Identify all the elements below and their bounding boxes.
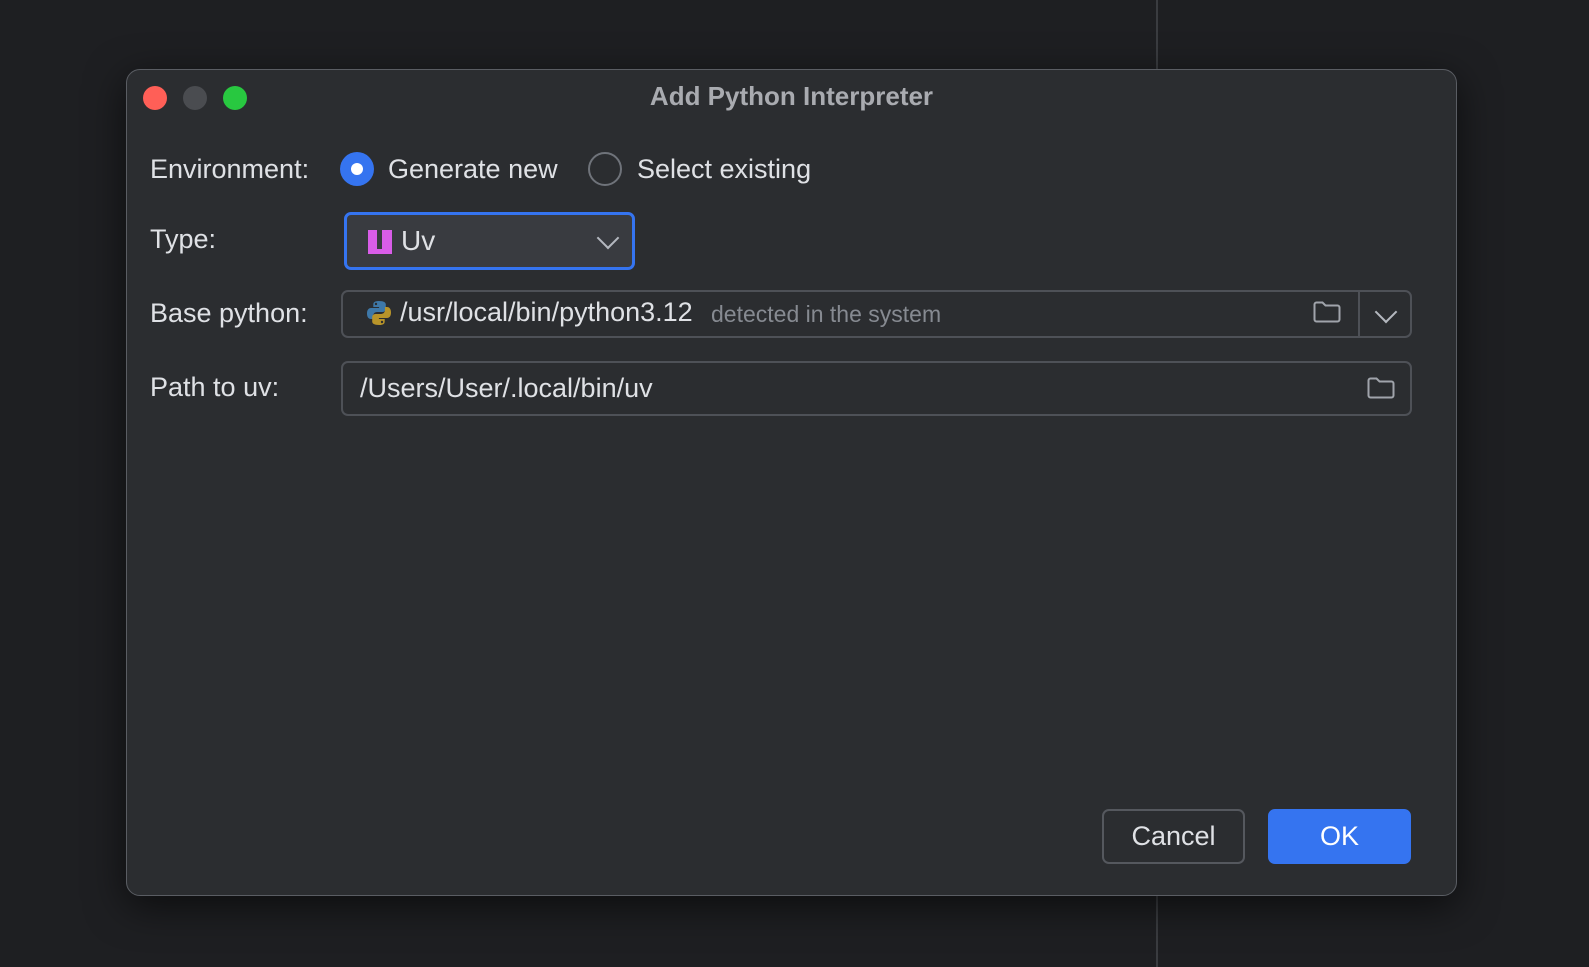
browse-folder-icon[interactable] — [1367, 377, 1395, 399]
base-python-label: Base python: — [150, 298, 308, 328]
base-python-value: /usr/local/bin/python3.12 — [400, 297, 693, 327]
type-value: Uv — [401, 225, 436, 256]
chevron-down-icon — [596, 226, 620, 250]
generate-new-radio[interactable] — [340, 152, 374, 186]
base-python-hint: detected in the system — [711, 301, 942, 327]
browse-folder-icon[interactable] — [1313, 301, 1341, 323]
add-python-interpreter-dialog: Add Python Interpreter Environment: Gene… — [126, 69, 1457, 896]
path-to-uv-label: Path to uv: — [150, 372, 280, 402]
field-divider — [1358, 292, 1360, 336]
path-to-uv-field[interactable]: /Users/User/.local/bin/uv — [341, 361, 1412, 416]
select-existing-label[interactable]: Select existing — [637, 152, 811, 186]
path-to-uv-value: /Users/User/.local/bin/uv — [360, 373, 653, 403]
python-icon — [367, 301, 391, 325]
generate-new-label[interactable]: Generate new — [388, 152, 558, 186]
select-existing-radio[interactable] — [588, 152, 622, 186]
cancel-button[interactable]: Cancel — [1102, 809, 1245, 864]
ok-button[interactable]: OK — [1268, 809, 1411, 864]
base-python-field[interactable]: /usr/local/bin/python3.12 detected in th… — [341, 290, 1412, 338]
type-label: Type: — [150, 224, 217, 254]
uv-icon — [368, 230, 392, 254]
environment-label: Environment: — [150, 154, 310, 184]
type-dropdown[interactable]: Uv — [344, 212, 635, 270]
base-python-dropdown-chevron-icon[interactable] — [1374, 300, 1398, 324]
dialog-title: Add Python Interpreter — [649, 81, 934, 111]
